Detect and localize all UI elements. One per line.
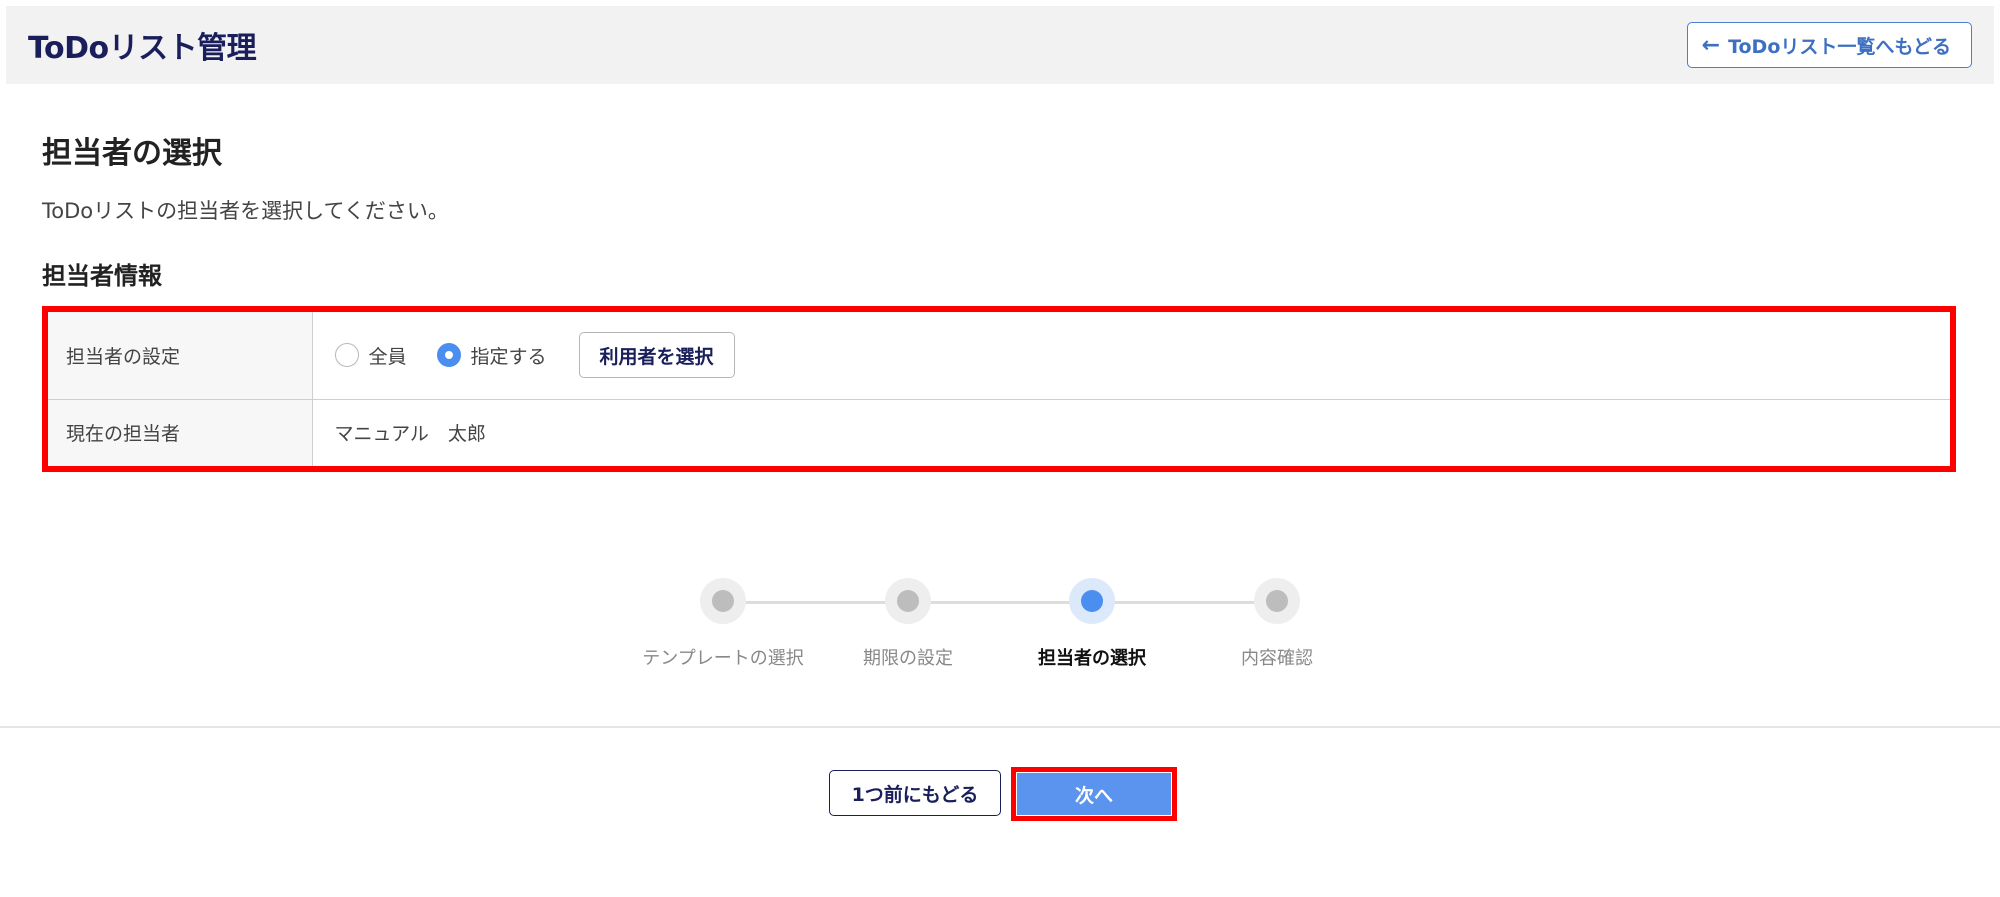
radio-specify-label: 指定する [470, 345, 547, 368]
step-dot [1266, 590, 1288, 612]
footer-divider [0, 726, 2000, 728]
step-confirm: 内容確認 [1194, 578, 1360, 670]
select-user-button[interactable]: 利用者を選択 [578, 332, 735, 379]
step-deadline: 期限の設定 [825, 578, 991, 670]
back-to-list-label: ToDoリスト一覧へもどる [1728, 35, 1951, 58]
step-dot-outer [885, 578, 931, 624]
progress-stepper: テンプレートの選択 期限の設定 担当者の選択 内容確認 [640, 578, 1360, 678]
radio-all[interactable]: 全員 [334, 342, 407, 369]
step-template: テンプレートの選択 [640, 578, 806, 670]
step-label: テンプレートの選択 [642, 648, 804, 669]
header-bar: ToDoリスト管理 ← ToDoリスト一覧へもどる [6, 6, 1994, 84]
radio-specify[interactable]: 指定する [436, 342, 547, 369]
step-dot [897, 590, 919, 612]
step-label: 内容確認 [1241, 648, 1313, 669]
prev-button[interactable]: 1つ前にもどる [829, 770, 1001, 816]
assignee-setting-label: 担当者の設定 [48, 312, 313, 400]
section-title: 担当者情報 [42, 262, 162, 290]
next-button-highlight: 次へ [1011, 767, 1177, 821]
radio-specify-circle[interactable] [436, 343, 461, 368]
page-description: ToDoリストの担当者を選択してください。 [42, 199, 449, 223]
step-dot-outer [1254, 578, 1300, 624]
table-row: 現在の担当者 マニュアル 太郎 [48, 399, 1950, 466]
assignee-radio-group: 全員 指定する 利用者を選択 [334, 332, 1951, 379]
step-dot-outer [700, 578, 746, 624]
step-dot [712, 590, 734, 612]
step-label: 担当者の選択 [1038, 648, 1146, 669]
current-assignee-label: 現在の担当者 [48, 399, 313, 466]
current-assignee-value: マニュアル 太郎 [334, 423, 486, 446]
arrow-left-icon: ← [1701, 32, 1721, 58]
assignee-setting-cell: 全員 指定する 利用者を選択 [312, 312, 1951, 400]
app-title: ToDoリスト管理 [28, 31, 257, 66]
step-dot-outer [1069, 578, 1115, 624]
table-row: 担当者の設定 全員 指定する 利用者を選択 [48, 312, 1951, 400]
step-label: 期限の設定 [863, 648, 953, 669]
step-dot [1081, 590, 1103, 612]
assignee-info-highlight: 担当者の設定 全員 指定する 利用者を選択 現在の担当者 マニュアル 太郎 [42, 306, 1956, 472]
step-assignee: 担当者の選択 [1009, 578, 1175, 670]
next-button[interactable]: 次へ [1016, 772, 1172, 816]
assignee-info-table: 担当者の設定 全員 指定する 利用者を選択 現在の担当者 マニュアル 太郎 [48, 312, 1950, 466]
page-title: 担当者の選択 [42, 136, 222, 171]
radio-all-label: 全員 [368, 345, 407, 368]
radio-all-circle[interactable] [334, 343, 359, 368]
back-to-list-button[interactable]: ← ToDoリスト一覧へもどる [1686, 22, 1972, 68]
